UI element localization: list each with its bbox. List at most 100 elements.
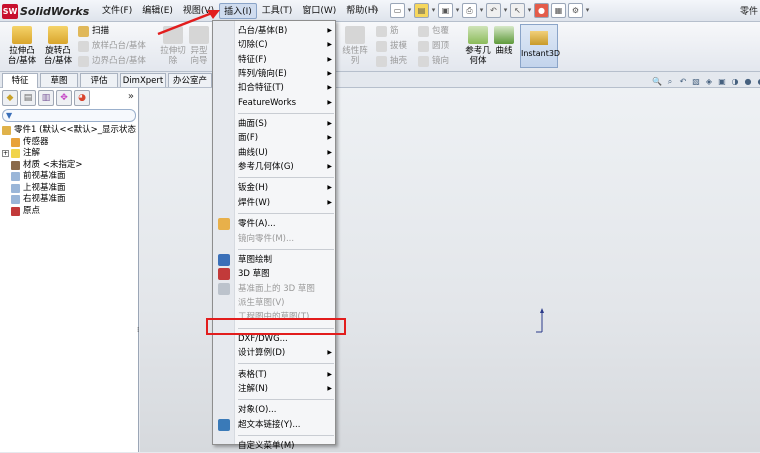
boundary-boss-button[interactable]: 边界凸台/基体 [78, 54, 146, 68]
insert-menu-item[interactable]: 参考几何体(G) ▶ [213, 160, 337, 174]
pin-menu-icon[interactable]: ✎ [371, 4, 379, 15]
insert-menu-item[interactable]: 凸台/基体(B) ▶ [213, 24, 337, 38]
options-icon[interactable]: ⚙ [568, 3, 583, 18]
insert-menu-item[interactable]: 阵列/镜向(E) ▶ [213, 67, 337, 81]
apply-scene-icon[interactable]: ◐ [756, 76, 760, 87]
tab-evaluate[interactable]: 评估 [80, 73, 118, 87]
insert-menu-item[interactable]: 草图绘制 [213, 253, 337, 267]
insert-menu-item[interactable]: 基准面上的 3D 草图 [213, 282, 337, 296]
insert-menu-item[interactable]: 扣合特征(T) ▶ [213, 81, 337, 95]
menu-separator [238, 248, 334, 250]
feature-tree-icon[interactable]: ◆ [2, 90, 18, 106]
menu-item-label: 草图绘制 [238, 255, 273, 265]
insert-menu-item[interactable]: 派生草图(V) [213, 296, 337, 310]
tree-node[interactable]: 前视基准面 [0, 171, 139, 183]
print-icon[interactable]: ⎙ [462, 3, 477, 18]
extrude-boss-button[interactable]: 拉伸凸 台/基体 [4, 24, 40, 68]
insert-menu-item[interactable]: 焊件(W) ▶ [213, 196, 337, 210]
options-dropdown-icon[interactable]: ▾ [585, 3, 590, 18]
curves-button[interactable]: 曲线 [490, 24, 518, 68]
expand-panel-icon[interactable]: » [128, 91, 134, 102]
section-view-icon[interactable]: ▧ [691, 76, 701, 87]
select-pointer-icon[interactable]: ↖ [510, 3, 525, 18]
display-manager-icon[interactable]: ◕ [74, 90, 90, 106]
solidworks-logo[interactable]: SW SolidWorks [2, 3, 89, 19]
zoom-to-area-icon[interactable]: ⌕ [665, 76, 675, 87]
insert-menu-item[interactable]: 自定义菜单(M) [213, 439, 337, 453]
tree-node[interactable]: 上视基准面 [0, 183, 139, 195]
insert-menu-item[interactable]: 对象(O)... [213, 403, 337, 417]
tree-node[interactable]: 右视基准面 [0, 194, 139, 206]
title-menu-bar: SW SolidWorks 文件(F) 编辑(E) 视图(V) 插入(I) 工具… [0, 0, 760, 22]
tree-node[interactable]: + 注解 [0, 148, 139, 160]
menu-item-label: 扣合特征(T) [238, 83, 284, 94]
previous-view-icon[interactable]: ↶ [678, 76, 688, 87]
insert-menu-item[interactable]: FeatureWorks ▶ [213, 96, 337, 110]
insert-menu-item[interactable]: 注解(N) ▶ [213, 382, 337, 396]
tree-node[interactable]: 传感器 [0, 137, 139, 149]
tree-root-label: 零件1 (默认<<默认>_显示状态 [14, 125, 137, 135]
linear-pattern-button[interactable]: 线性阵 列 [338, 24, 372, 68]
mirror-button[interactable]: 镜向 [418, 54, 449, 68]
edit-appearance-icon[interactable]: ● [743, 76, 753, 87]
tab-office-products[interactable]: 办公室产品 [168, 73, 212, 87]
revolve-boss-button[interactable]: 旋转凸 台/基体 [40, 24, 76, 68]
insert-menu-item[interactable]: 曲面(S) ▶ [213, 117, 337, 131]
save-icon[interactable]: ▣ [438, 3, 453, 18]
rib-button[interactable]: 筋 [376, 24, 399, 38]
insert-menu-item[interactable]: 特征(F) ▶ [213, 53, 337, 67]
save-dropdown-icon[interactable]: ▾ [455, 3, 460, 18]
new-dropdown-icon[interactable]: ▾ [407, 3, 412, 18]
tree-node[interactable]: 材质 <未指定> [0, 160, 139, 172]
tree-node-label: 传感器 [23, 136, 49, 147]
new-document-icon[interactable]: ▭ [390, 3, 405, 18]
select-dropdown-icon[interactable]: ▾ [527, 3, 532, 18]
insert-menu-item[interactable]: 超文本链接(Y)... [213, 418, 337, 432]
file-properties-icon[interactable]: ▦ [551, 3, 566, 18]
sweep-button[interactable]: 扫描 [78, 24, 109, 38]
origin-triad-icon [536, 308, 544, 333]
insert-menu-item[interactable]: 镜向零件(M)... [213, 232, 337, 246]
undo-dropdown-icon[interactable]: ▾ [503, 3, 508, 18]
display-style-icon[interactable]: ▣ [717, 76, 727, 87]
wrap-button[interactable]: 包覆 [418, 24, 449, 38]
draft-button[interactable]: 拔模 [376, 39, 407, 53]
open-folder-icon[interactable]: ▤ [414, 3, 429, 18]
insert-menu-item[interactable]: 设计算例(D) ▶ [213, 346, 337, 360]
tree-root-part[interactable]: 零件1 (默认<<默认>_显示状态 [0, 125, 139, 137]
shell-button[interactable]: 抽壳 [376, 54, 407, 68]
instant3d-button[interactable]: Instant3D [520, 24, 560, 68]
undo-icon[interactable]: ↶ [486, 3, 501, 18]
submenu-arrow-icon: ▶ [327, 198, 332, 206]
insert-menu-item[interactable]: 切除(C) ▶ [213, 38, 337, 52]
insert-menu-item[interactable]: 3D 草图 [213, 267, 337, 281]
tab-dimxpert[interactable]: DimXpert [120, 73, 166, 87]
tree-node[interactable]: 原点 [0, 206, 139, 218]
insert-menu-item[interactable]: 表格(T) ▶ [213, 368, 337, 382]
insert-menu-item[interactable]: 面(F) ▶ [213, 131, 337, 145]
zoom-to-fit-icon[interactable]: 🔍 [652, 76, 662, 87]
view-orientation-icon[interactable]: ◈ [704, 76, 714, 87]
expand-icon[interactable]: + [2, 150, 9, 158]
app-name: SolidWorks [20, 4, 90, 18]
feature-filter-input[interactable]: ▼ [2, 109, 136, 122]
insert-menu-item[interactable]: 钣金(H) ▶ [213, 181, 337, 195]
menu-file[interactable]: 文件(F) [97, 3, 137, 19]
property-manager-icon[interactable]: ▤ [20, 90, 36, 106]
open-dropdown-icon[interactable]: ▾ [431, 3, 436, 18]
rebuild-icon[interactable]: ● [534, 3, 549, 18]
menu-window[interactable]: 窗口(W) [297, 3, 341, 19]
configuration-manager-icon[interactable]: ▥ [38, 90, 54, 106]
tab-features[interactable]: 特征 [2, 73, 38, 88]
revolve-boss-icon [48, 26, 68, 44]
tab-sketch[interactable]: 草图 [40, 73, 78, 87]
menu-tools[interactable]: 工具(T) [257, 3, 298, 19]
dimxpert-manager-icon[interactable]: ✥ [56, 90, 72, 106]
insert-menu-item[interactable]: 曲线(U) ▶ [213, 146, 337, 160]
print-dropdown-icon[interactable]: ▾ [479, 3, 484, 18]
insert-menu-item[interactable]: 零件(A)... [213, 217, 337, 231]
hide-show-items-icon[interactable]: ◑ [730, 76, 740, 87]
dome-button[interactable]: 圆顶 [418, 39, 449, 53]
loft-button[interactable]: 放样凸台/基体 [78, 39, 146, 53]
menu-item-label: DXF/DWG... [238, 333, 288, 344]
